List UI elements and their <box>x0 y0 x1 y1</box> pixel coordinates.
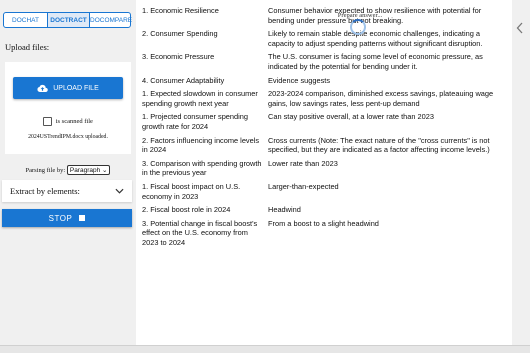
table-row: 1. Fiscal boost impact on U.S. economy i… <box>140 180 508 203</box>
row-value: Can stay positive overall, at a lower ra… <box>268 112 434 122</box>
extract-label: Extract by elements: <box>10 186 80 196</box>
row-key: 2. Fiscal boost role in 2024 <box>142 205 231 215</box>
left-panel: DOCHAT DOCTRACT DOCOMPARE Upload files: … <box>0 0 136 345</box>
row-value: Headwind <box>268 205 301 215</box>
results-panel: 1. Economic Resilience Consumer behavior … <box>136 0 512 345</box>
results-table: 1. Economic Resilience Consumer behavior … <box>140 4 508 249</box>
row-key: 1. Fiscal boost impact on U.S. economy i… <box>142 181 241 201</box>
stop-button[interactable]: STOP <box>2 209 132 227</box>
right-sidebar <box>512 0 530 345</box>
tab-docompare[interactable]: DOCOMPARE <box>89 12 132 28</box>
upload-files-label: Upload files: <box>5 42 50 52</box>
parsing-select-value: Paragraph <box>69 167 101 174</box>
extract-by-elements-dropdown[interactable]: Extract by elements: <box>2 180 132 202</box>
stop-icon <box>79 215 86 221</box>
table-row: 2. Fiscal boost role in 2024 Headwind <box>140 203 508 217</box>
loading-text: Prepare answer... <box>337 12 383 19</box>
row-key: 3. Potential change in fiscal boost's ef… <box>142 218 258 247</box>
scanned-file-checkbox[interactable] <box>43 117 53 126</box>
row-key: 2. Consumer Spending <box>142 29 218 39</box>
collapse-chevron-icon[interactable] <box>516 22 524 34</box>
parsing-select[interactable]: Paragraph ⌄ <box>66 165 111 175</box>
mode-tabs: DOCHAT DOCTRACT DOCOMPARE <box>3 12 132 28</box>
uploaded-status: 2024USTrendIPM.docx uploaded. <box>28 134 108 140</box>
table-row: 1. Projected consumer spending growth ra… <box>140 110 508 133</box>
scanned-file-row: is scanned file <box>5 117 131 126</box>
spinner-icon <box>350 19 366 35</box>
cloud-upload-icon <box>37 84 49 92</box>
parsing-row: Parsing file by: Paragraph ⌄ <box>0 165 136 175</box>
row-key: 1. Projected consumer spending growth ra… <box>142 112 248 131</box>
row-key: 3. Comparison with spending growth in th… <box>142 158 262 178</box>
tab-doctract[interactable]: DOCTRACT <box>47 12 90 28</box>
row-key: 3. Economic Pressure <box>142 52 215 62</box>
parsing-label: Parsing file by: <box>25 167 66 174</box>
upload-file-label: UPLOAD FILE <box>53 84 99 92</box>
stop-label: STOP <box>48 213 73 223</box>
table-row: 3. Economic Pressure The U.S. consumer is… <box>140 50 508 73</box>
row-key: 4. Consumer Adaptability <box>142 75 225 85</box>
row-value: 2023-2024 comparison, diminished excess … <box>268 89 494 108</box>
upload-file-button[interactable]: UPLOAD FILE <box>13 77 123 99</box>
row-value: Evidence suggests <box>268 75 331 85</box>
loading-overlay: Prepare answer... <box>310 12 410 36</box>
chevron-down-icon <box>115 188 124 194</box>
row-value: Lower rate than 2023 <box>268 158 338 168</box>
row-value: Larger-than-expected <box>268 181 339 191</box>
table-row: 2. Factors influencing income levels in … <box>140 134 508 157</box>
row-value: Cross currents (Note: The exact nature o… <box>268 135 490 155</box>
row-key: 2. Factors influencing income levels in … <box>142 135 260 155</box>
row-value: From a boost to a slight headwind <box>268 218 379 228</box>
table-row: 1. Expected slowdown in consumer spendin… <box>140 87 508 110</box>
row-value: The U.S. consumer is facing some level o… <box>268 52 483 71</box>
table-row: 4. Consumer Adaptability Evidence suggest… <box>140 74 508 88</box>
table-row: 3. Comparison with spending growth in th… <box>140 157 508 180</box>
row-key: 1. Expected slowdown in consumer spendin… <box>142 89 258 108</box>
tab-dochat[interactable]: DOCHAT <box>3 12 48 28</box>
table-row: 3. Potential change in fiscal boost's ef… <box>140 217 508 250</box>
upload-card: UPLOAD FILE is scanned file 2024USTrendI… <box>5 62 131 154</box>
row-key: 1. Economic Resilience <box>142 6 219 15</box>
chevron-down-icon: ⌄ <box>102 167 108 174</box>
scanned-file-label: is scanned file <box>55 117 93 125</box>
